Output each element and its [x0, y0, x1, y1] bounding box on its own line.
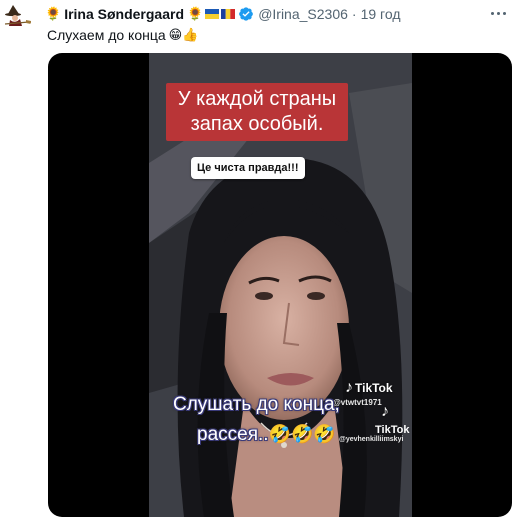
video-caption-top: У каждой страны запах особый. [166, 83, 348, 141]
tweet-text: Слухаем до конца 😁👍 [47, 27, 198, 43]
caption-line-2: рассея..🤣🤣🤣 [173, 420, 373, 450]
caption-line-2-text: рассея.. [197, 424, 269, 445]
moldova-flag-icon [221, 9, 236, 19]
more-options-icon[interactable] [485, 6, 511, 20]
avatar[interactable] [2, 2, 32, 32]
caption-line-1: Слушать до конца, [173, 394, 340, 415]
ukraine-flag-icon [205, 9, 220, 19]
video-caption-pill: Це чиста правда!!! [191, 157, 305, 179]
sunflower-icon: 🌻 [45, 6, 62, 22]
separator-dot: · [351, 6, 357, 22]
video-frame: У каждой страны запах особый. Це чиста п… [149, 53, 412, 517]
tiktok-label: TikTok [375, 424, 410, 436]
video-player[interactable]: У каждой страны запах особый. Це чиста п… [48, 53, 512, 517]
verified-badge-icon [239, 7, 254, 21]
timestamp[interactable]: 19 год [361, 6, 401, 22]
witch-avatar-icon [2, 2, 32, 32]
laughing-emoji-icon: 🤣🤣🤣 [268, 424, 336, 445]
user-handle[interactable]: @Irina_S2306 [258, 6, 348, 22]
video-caption-bottom: Слушать до конца, рассея..🤣🤣🤣 [173, 390, 373, 450]
display-name[interactable]: Irina Søndergaard [64, 6, 184, 22]
sunflower-icon: 🌻 [187, 6, 204, 22]
tiktok-logo-icon: ♪ [381, 403, 389, 420]
tweet-header: 🌻 Irina Søndergaard 🌻 @Irina_S2306 · 19 … [45, 4, 401, 24]
grin-thumbs-up-emoji-icon: 😁👍 [168, 27, 199, 43]
tweet-text-body: Слухаем до конца [47, 27, 166, 43]
tweet[interactable]: 🌻 Irina Søndergaard 🌻 @Irina_S2306 · 19 … [0, 0, 519, 525]
